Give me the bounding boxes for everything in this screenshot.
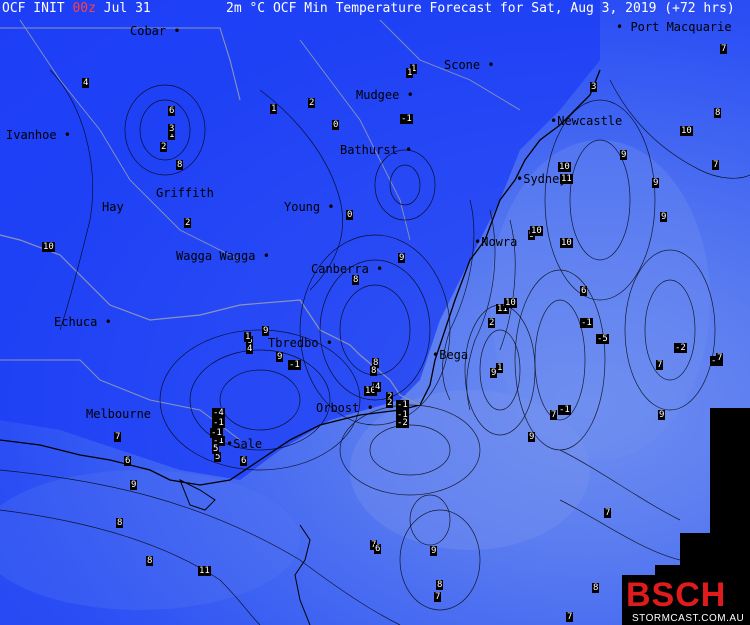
city-nowra: •Nowra [474,235,518,249]
temperature-value: 8 [176,160,184,170]
logo-url: STORMCAST.COM.AU [632,613,745,624]
temperature-value: 7 [716,353,724,363]
temperature-value: 9 [276,352,284,362]
temperature-value: 10 [680,126,693,136]
temperature-value: 8 [370,366,378,376]
logo-text: BSCH [626,576,727,614]
temperature-value: 6 [240,456,248,466]
temperature-value: -2 [396,418,409,428]
temperature-value: 9 [528,432,536,442]
temperature-value: 8 [352,275,360,285]
temperature-value: 8 [714,108,722,118]
city-tbredbo: Tbredbo • [268,336,334,350]
temperature-value: -1 [210,428,223,438]
temperature-value: -1 [288,360,301,370]
temperature-value: 9 [262,326,270,336]
temperature-value: 9 [430,546,438,556]
city-orbost: Orbost • [316,401,374,415]
city-ivanhoe: Ivanhoe • [6,128,72,142]
temperature-value: 9 [652,178,660,188]
temperature-value: 7 [604,508,612,518]
temperature-value: 10 [42,242,55,252]
forecast-map: OCF INIT 00z Jul 31 2m °C OCF Min Temper… [0,0,750,625]
city-young: Young • [284,200,335,214]
city-cobar: Cobar • [130,24,181,38]
temperature-value: 8 [146,556,154,566]
temperature-value: -1 [212,418,225,428]
temperature-value: 9 [398,253,406,263]
init-hour: 00z [72,1,96,16]
temperature-value: 2 [160,142,168,152]
temperature-value: 7 [712,160,720,170]
temperature-value: 4 [374,382,382,392]
temperature-value: 2 [488,318,496,328]
temperature-value: 5 [212,444,220,454]
temperature-value: 1 [244,332,252,342]
temperature-value: 9 [130,480,138,490]
map-title: 2m °C OCF Min Temperature Forecast for S… [226,1,735,16]
temperature-value: 7 [720,44,728,54]
city-mudgee: Mudgee • [356,88,414,102]
temperature-value: 1 [270,104,278,114]
temperature-value: 7 [656,360,664,370]
temperature-value: 0 [332,120,340,130]
temperature-value: 8 [116,518,124,528]
city-hay: Hay [102,200,124,214]
city-bega: •Bega [432,348,469,362]
temperature-value: 11 [198,566,211,576]
temperature-value: -4 [212,408,225,418]
temperature-value: 10 [530,226,543,236]
temperature-value: 6 [168,106,176,116]
temperature-value: 8 [436,580,444,590]
city-wagga-wagga: Wagga Wagga • [176,249,270,263]
city-melbourne: Melbourne [86,407,152,421]
temperature-value: 10 [558,162,571,172]
city-sale: •Sale [226,437,263,451]
bsch-logo: BSCH STORMCAST.COM.AU [622,575,750,625]
temperature-value: 6 [374,544,382,554]
temperature-value: 2 [184,218,192,228]
temperature-value: -1 [396,400,409,410]
city-bathurst: Bathurst • [340,143,413,157]
temperature-value: 3 [168,124,176,134]
temperature-value: -5 [596,334,609,344]
temperature-value: 6 [580,286,588,296]
temperature-value: 9 [490,368,498,378]
temperature-value: -1 [558,405,571,415]
temperature-value: 8 [592,583,600,593]
temperature-value: 6 [124,456,132,466]
temperature-value: 9 [660,212,668,222]
city-scone: Scone • [444,58,495,72]
temperature-value: 11 [560,174,573,184]
city-griffith: Griffith [156,186,214,200]
city-newcastle: •Newcastle [550,114,623,128]
temperature-value: 9 [620,150,628,160]
temperature-value: 7 [566,612,574,622]
temperature-value: -1 [580,318,593,328]
city-echuca: Echuca • [54,315,112,329]
temperature-value: 1 [406,68,414,78]
init-label: OCF INIT 00z Jul 31 [2,1,151,16]
city-canberra: Canberra • [311,262,384,276]
city-port-macquarie: • Port Macquarie [616,20,732,34]
temperature-value: -2 [674,343,687,353]
city-sydney: •Sydney [516,172,567,186]
temperature-value: 7 [114,432,122,442]
temperature-value: 2 [386,398,394,408]
temperature-value: 7 [434,592,442,602]
temperature-value: 4 [82,78,90,88]
temperature-value: 4 [246,344,254,354]
temperature-value: 9 [658,410,666,420]
temperature-value: 2 [308,98,316,108]
temperature-value: -1 [400,114,413,124]
temperature-value: 7 [550,410,558,420]
temperature-value: 3 [590,82,598,92]
temperature-value: 0 [346,210,354,220]
temperature-value: 10 [560,238,573,248]
temperature-value: 10 [504,298,517,308]
